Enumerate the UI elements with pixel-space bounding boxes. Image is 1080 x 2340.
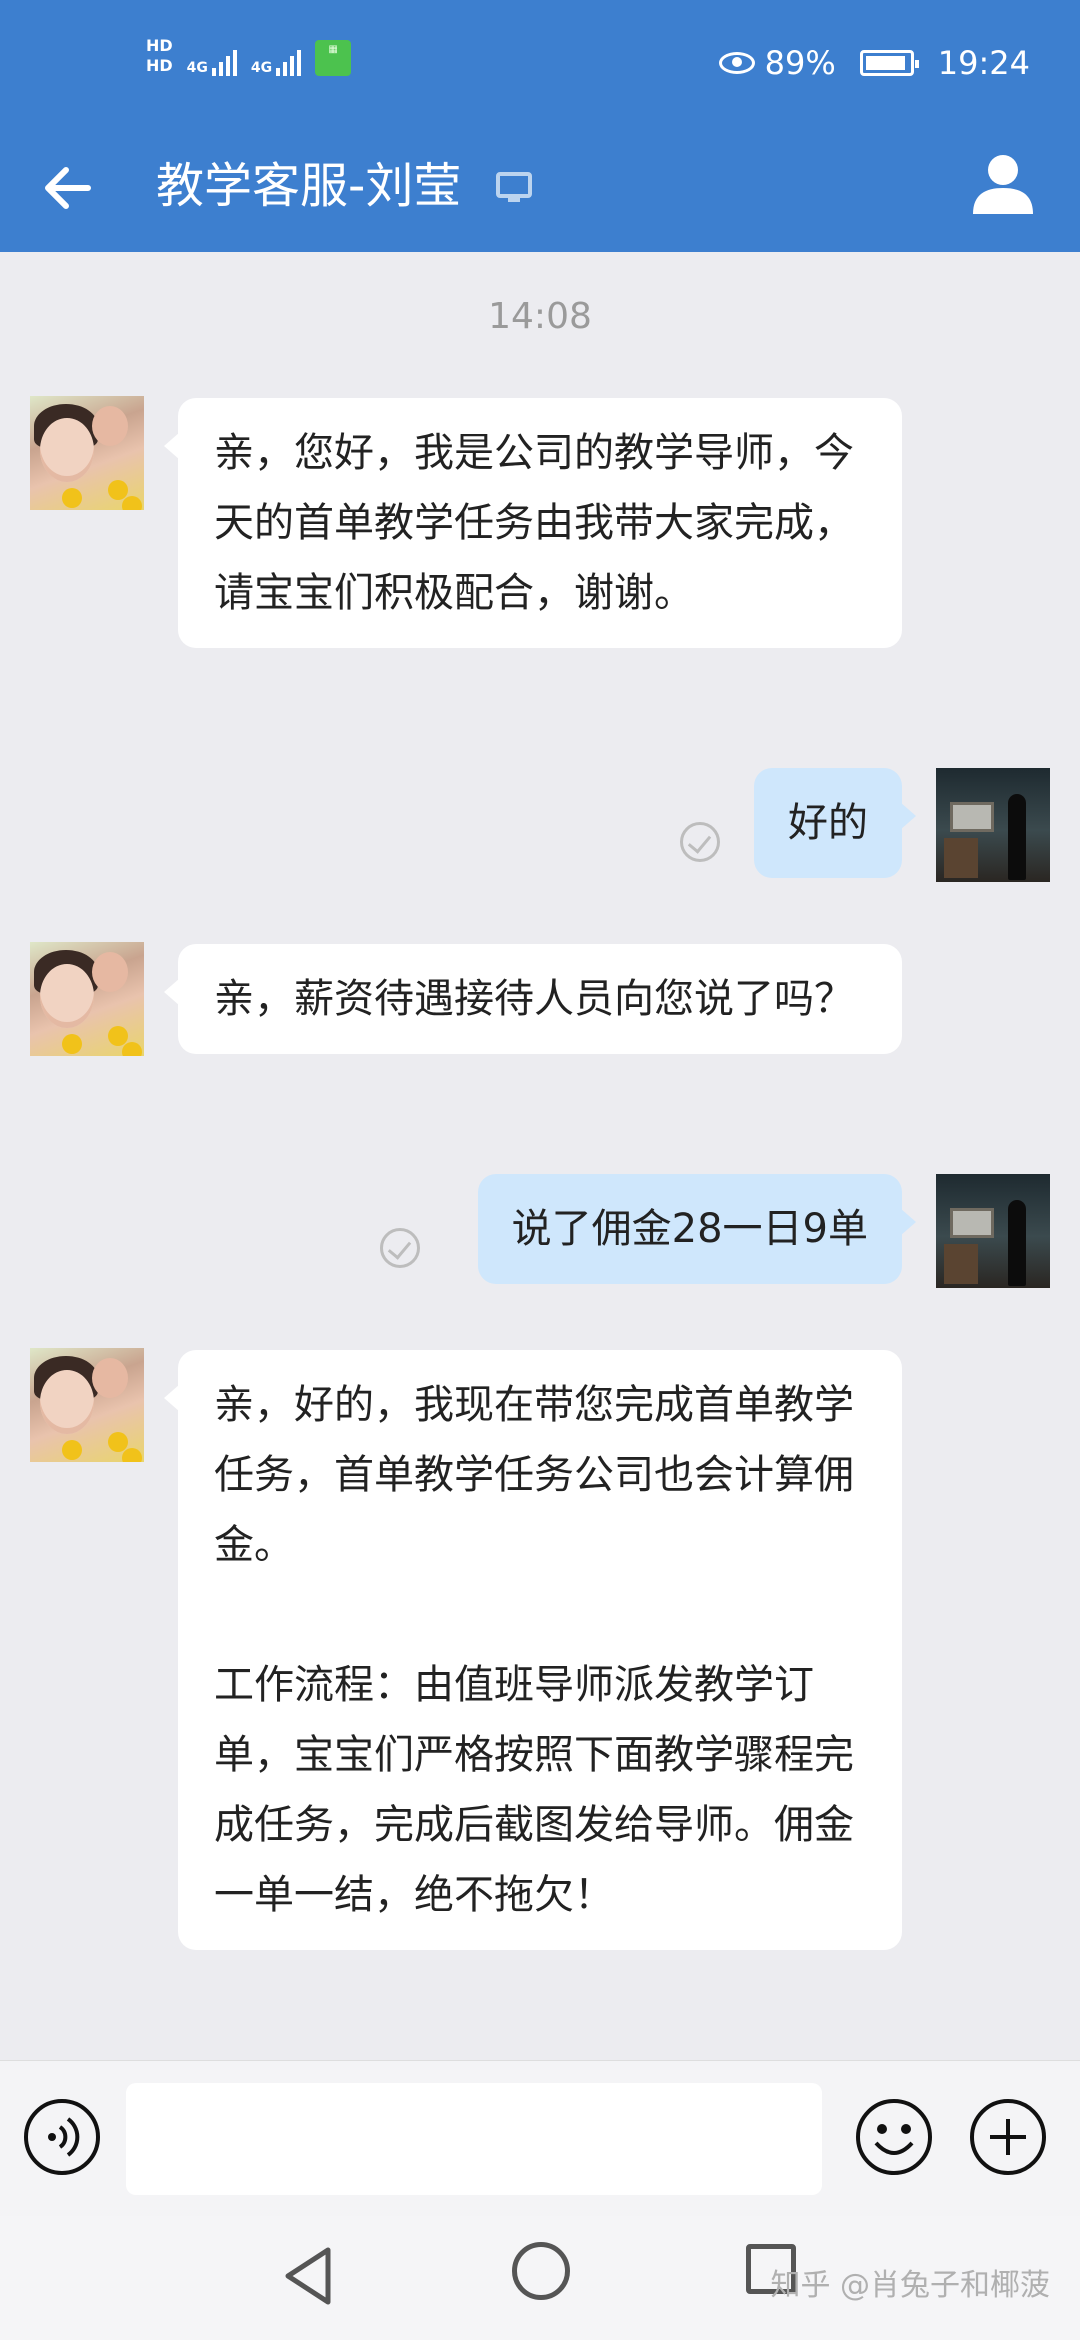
clock: 19:24 — [937, 44, 1030, 82]
eye-comfort-icon — [718, 52, 755, 74]
hd-indicator-2: HD — [146, 56, 173, 75]
chat-area[interactable]: 14:08 亲，您好，我是公司的教学导师，今天的首单教学任务由我带大家完成，请宝… — [0, 252, 1080, 2060]
message-text-paragraph-2: 工作流程：由值班导师派发教学订单，宝宝们严格按照下面教学骤程完成任务，完成后截图… — [214, 1662, 854, 1918]
voice-icon[interactable] — [22, 2097, 102, 2177]
title-bar: 教学客服-刘莹 — [0, 132, 1080, 252]
status-right: 89% 19:24 — [718, 44, 1030, 82]
read-check-icon — [680, 822, 720, 862]
signal-2: 4G — [250, 50, 302, 76]
my-avatar[interactable] — [936, 1174, 1050, 1288]
back-arrow-icon[interactable] — [36, 156, 100, 220]
top-bar: HD HD 4G 4G ▦ 89% 19:24 教学客服-刘莹 — [0, 0, 1080, 252]
emoji-icon[interactable] — [854, 2097, 934, 2177]
computer-icon — [496, 172, 532, 202]
sender-avatar[interactable] — [30, 942, 144, 1056]
sender-avatar[interactable] — [30, 396, 144, 510]
battery-percent: 89% — [764, 44, 836, 82]
plus-icon[interactable] — [968, 2097, 1048, 2177]
message-text: 亲，薪资待遇接待人员向您说了吗？ — [214, 976, 854, 1022]
network-type-2: 4G — [250, 60, 273, 76]
chat-title: 教学客服-刘莹 — [156, 158, 462, 214]
status-bar: HD HD 4G 4G ▦ 89% 19:24 — [0, 0, 1080, 132]
hd-indicators: HD HD — [146, 36, 173, 76]
message-text-paragraph-1: 亲，好的，我现在带您完成首单教学任务，首单教学任务公司也会计算佣金。 — [214, 1382, 854, 1568]
notification-app-icon: ▦ — [315, 40, 352, 76]
message-timestamp: 14:08 — [488, 296, 592, 337]
outgoing-message[interactable]: 好的 — [754, 768, 916, 878]
nav-back-icon[interactable] — [278, 2244, 338, 2308]
signal-bars-icon — [211, 50, 237, 76]
message-input[interactable] — [126, 2083, 822, 2195]
user-profile-icon[interactable] — [970, 150, 1036, 216]
watermark: 知乎 @肖兔子和椰菠 — [770, 2268, 1050, 2303]
my-avatar[interactable] — [936, 768, 1050, 882]
hd-indicator-1: HD — [146, 36, 173, 55]
message-text: 好的 — [788, 800, 868, 846]
signal-bars-icon — [276, 50, 302, 76]
signal-1: 4G — [187, 50, 237, 76]
status-left: HD HD 4G 4G ▦ — [146, 36, 352, 76]
battery-icon — [859, 50, 919, 76]
incoming-message[interactable]: 亲，好的，我现在带您完成首单教学任务，首单教学任务公司也会计算佣金。 工作流程：… — [164, 1350, 902, 1950]
message-text: 说了佣金28一日9单 — [511, 1206, 868, 1252]
read-check-icon — [380, 1228, 420, 1268]
network-type-1: 4G — [186, 60, 208, 76]
sender-avatar[interactable] — [30, 1348, 144, 1462]
nav-home-icon[interactable] — [512, 2242, 570, 2300]
system-nav-bar: 知乎 @肖兔子和椰菠 — [0, 2216, 1080, 2340]
incoming-message[interactable]: 亲，您好，我是公司的教学导师，今天的首单教学任务由我带大家完成，请宝宝们积极配合… — [164, 398, 902, 648]
input-bar — [0, 2060, 1080, 2216]
message-text: 亲，您好，我是公司的教学导师，今天的首单教学任务由我带大家完成，请宝宝们积极配合… — [214, 430, 854, 616]
incoming-message[interactable]: 亲，薪资待遇接待人员向您说了吗？ — [164, 944, 902, 1054]
outgoing-message[interactable]: 说了佣金28一日9单 — [477, 1174, 917, 1284]
